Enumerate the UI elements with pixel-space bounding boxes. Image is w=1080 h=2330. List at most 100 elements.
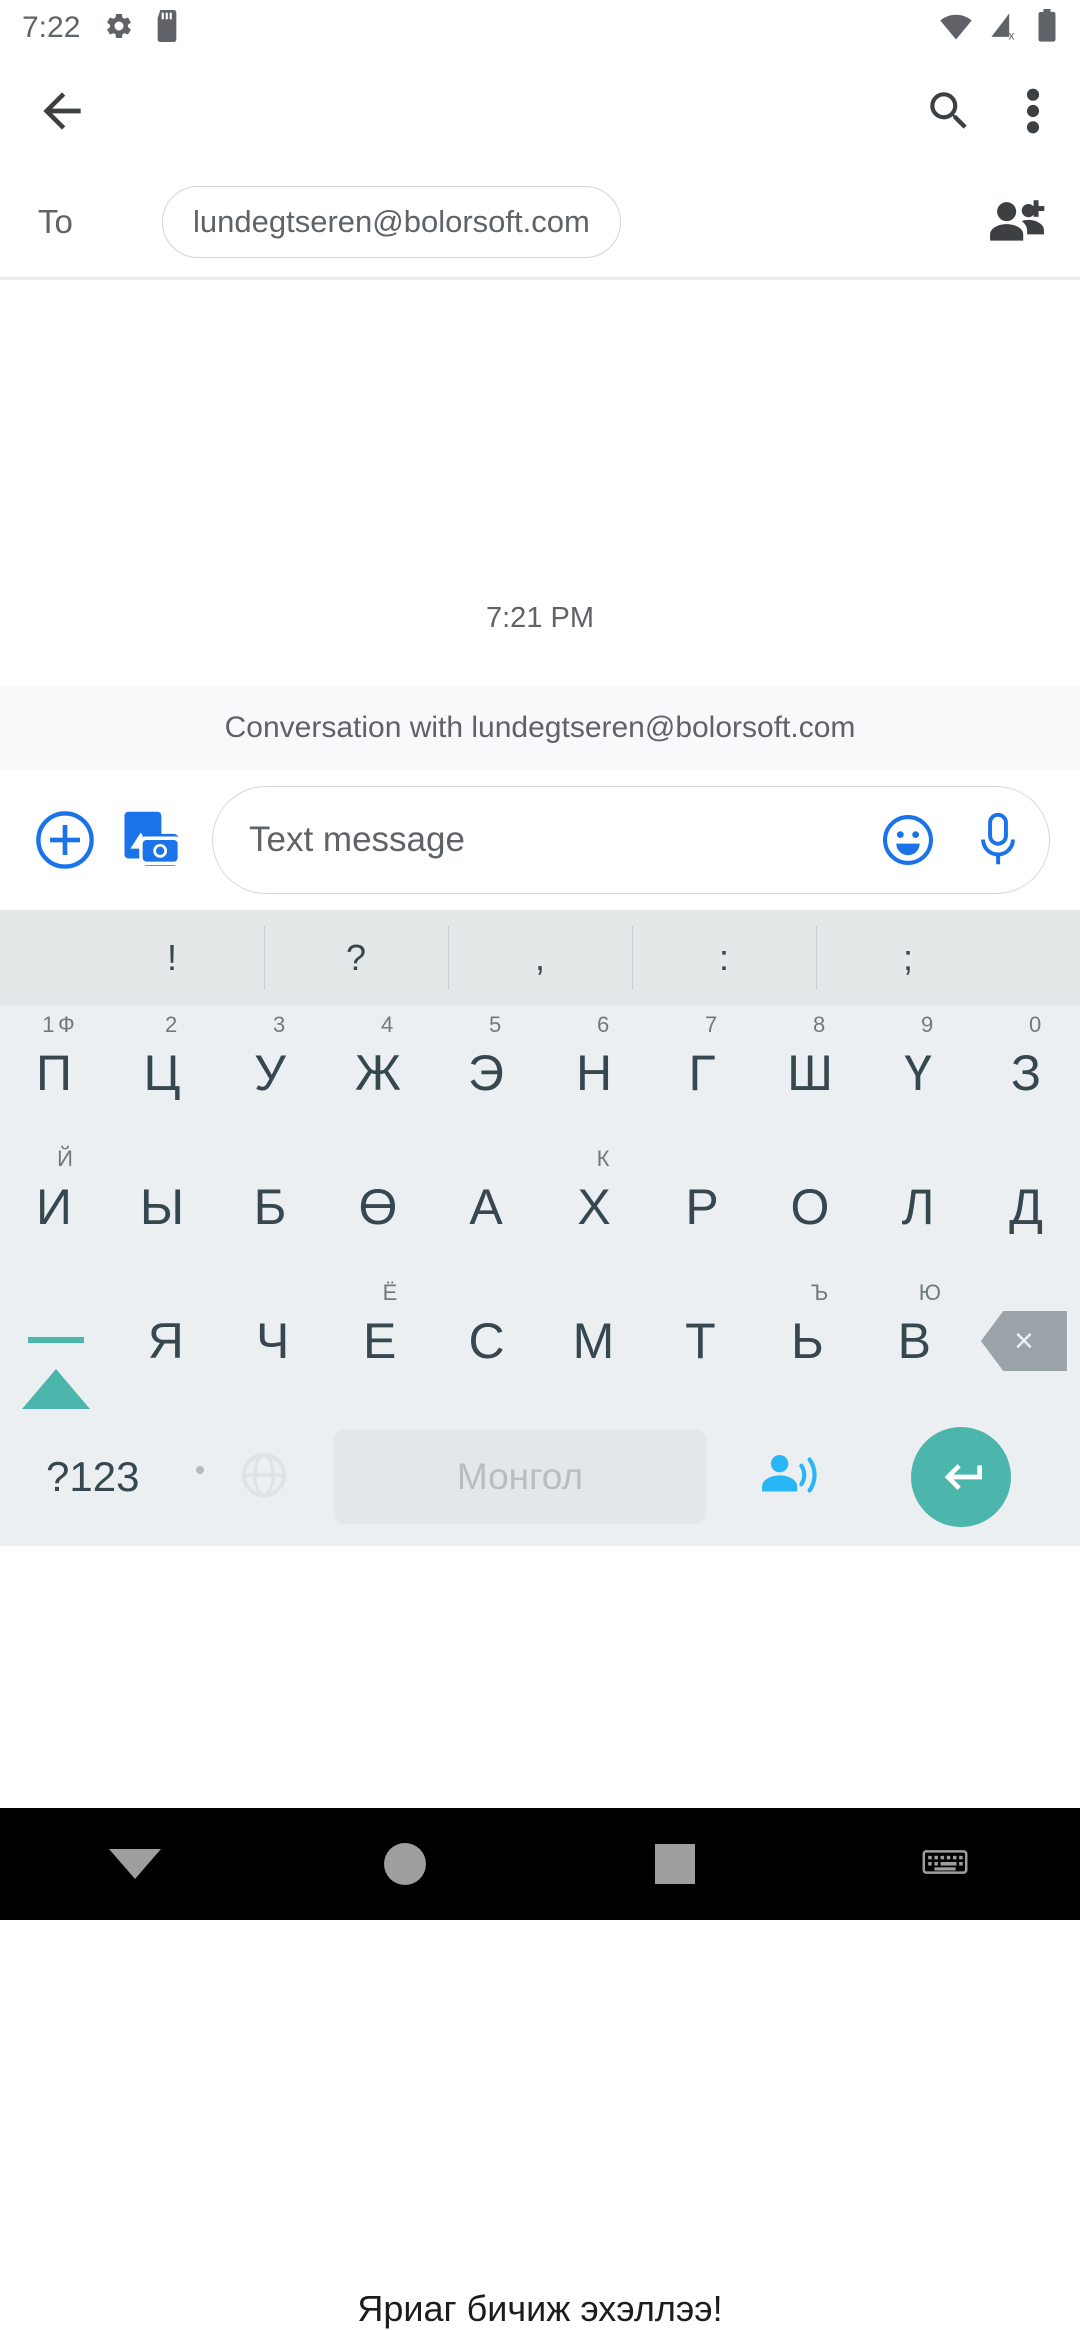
system-nav-bar — [0, 1808, 1080, 1920]
key-m[interactable]: М — [540, 1274, 647, 1408]
key-label: Б — [253, 1179, 287, 1235]
period-key[interactable] — [196, 1466, 204, 1474]
nav-recents-button[interactable] — [540, 1844, 810, 1884]
key-zh[interactable]: 4 Ж — [324, 1006, 432, 1140]
add-person-icon[interactable] — [988, 197, 1046, 247]
key-label: Ү — [904, 1045, 932, 1101]
key-label: В — [897, 1313, 931, 1369]
key-p[interactable]: 1 Ф П — [0, 1006, 108, 1140]
key-ch[interactable]: Ч — [219, 1274, 326, 1408]
key-label: Э — [468, 1045, 504, 1101]
key-hint: 8 — [812, 1012, 826, 1037]
punct-key-exclaim[interactable]: ! — [80, 910, 264, 1006]
key-hint: 6 — [596, 1012, 610, 1037]
key-label: Г — [688, 1045, 716, 1101]
enter-key[interactable] — [866, 1427, 1056, 1527]
nav-keyboard-button[interactable] — [810, 1846, 1080, 1883]
key-ye[interactable]: Ё Е — [326, 1274, 433, 1408]
key-s[interactable]: С — [433, 1274, 540, 1408]
key-l[interactable]: Л — [864, 1140, 972, 1274]
key-d[interactable]: Д — [972, 1140, 1080, 1274]
language-switch-key[interactable] — [204, 1449, 324, 1506]
keyboard-row-1: 1 Ф П 2 Ц 3 У 4 Ж 5 Э 6 Н 7 Г 8 Ш 9 Ү 0 … — [0, 1006, 1080, 1140]
key-b[interactable]: Б — [216, 1140, 324, 1274]
punctuation-suggestion-row: ! ? , : ; — [0, 910, 1080, 1006]
message-input[interactable]: Text message — [212, 786, 1050, 894]
key-alt-hint: Й — [57, 1146, 73, 1171]
key-label: Ц — [143, 1045, 181, 1101]
nav-home-button[interactable] — [270, 1843, 540, 1885]
punct-key-comma[interactable]: , — [448, 910, 632, 1006]
plus-circle-icon[interactable] — [34, 809, 96, 871]
key-sh[interactable]: 8 Ш — [756, 1006, 864, 1140]
compose-bar: Text message — [0, 770, 1080, 910]
key-hint: 9 — [920, 1012, 934, 1037]
key-e-reverse[interactable]: 5 Э — [432, 1006, 540, 1140]
nav-back-button[interactable] — [0, 1849, 270, 1879]
gear-icon — [104, 11, 134, 46]
key-label: П — [36, 1045, 72, 1101]
key-z[interactable]: 0 З — [972, 1006, 1080, 1140]
key-label: Т — [685, 1313, 716, 1369]
key-oe[interactable]: Ө — [324, 1140, 432, 1274]
key-label: Ө — [358, 1179, 398, 1235]
key-hint: 0 — [1028, 1012, 1042, 1037]
status-system-icons: x — [938, 8, 1058, 48]
key-alt-hint: Ё — [382, 1280, 398, 1305]
recipient-chip[interactable]: lundegtseren@bolorsoft.com — [162, 185, 621, 258]
punct-key-colon[interactable]: : — [632, 910, 816, 1006]
key-alt-hint: Ъ — [810, 1280, 829, 1305]
shift-key[interactable] — [0, 1274, 112, 1409]
shift-icon — [22, 1312, 91, 1409]
punct-key-semicolon[interactable]: ; — [816, 910, 1000, 1006]
recipient-row: To lundegtseren@bolorsoft.com — [0, 166, 1080, 278]
symbols-key[interactable]: ?123 — [24, 1453, 204, 1501]
voice-input-key[interactable] — [716, 1449, 866, 1506]
back-arrow-icon[interactable] — [34, 83, 90, 139]
message-input-placeholder: Text message — [249, 820, 465, 859]
key-kh[interactable]: К Х — [540, 1140, 648, 1274]
key-label: М — [572, 1313, 615, 1369]
key-v[interactable]: Ю В — [861, 1274, 968, 1408]
backspace-key[interactable]: × — [968, 1274, 1080, 1408]
keyboard: ! ? , : ; 1 Ф П 2 Ц 3 У 4 Ж 5 Э 6 Н 7 Г … — [0, 910, 1080, 2329]
image-camera-icon[interactable] — [122, 808, 186, 872]
status-notification-icons — [104, 9, 180, 47]
key-label: Д — [1009, 1179, 1043, 1235]
key-a[interactable]: А — [432, 1140, 540, 1274]
key-label: Ы — [139, 1179, 185, 1235]
to-label: To — [38, 202, 73, 240]
voice-toast: Яриаг бичиж эхэллээ! — [357, 2288, 723, 2329]
svg-text:x: x — [1008, 28, 1014, 40]
key-label: Е — [362, 1313, 397, 1369]
key-r[interactable]: Р — [648, 1140, 756, 1274]
key-y[interactable]: Ы — [108, 1140, 216, 1274]
sdcard-icon — [154, 9, 180, 47]
key-label: С — [468, 1313, 505, 1369]
key-hint: 4 — [380, 1012, 394, 1037]
key-i[interactable]: Й И — [0, 1140, 108, 1274]
key-o[interactable]: О — [756, 1140, 864, 1274]
nav-recents-icon — [655, 1844, 695, 1884]
key-g[interactable]: 7 Г — [648, 1006, 756, 1140]
key-u[interactable]: 3 У — [216, 1006, 324, 1140]
key-label: А — [469, 1179, 503, 1235]
key-ya[interactable]: Я — [112, 1274, 219, 1408]
microphone-icon[interactable] — [975, 812, 1021, 868]
key-label: Ш — [787, 1045, 833, 1101]
key-t[interactable]: Т — [647, 1274, 754, 1408]
key-ts[interactable]: 2 Ц — [108, 1006, 216, 1140]
key-n[interactable]: 6 Н — [540, 1006, 648, 1140]
key-ue[interactable]: 9 Ү — [864, 1006, 972, 1140]
key-label: З — [1010, 1045, 1042, 1101]
punct-key-question[interactable]: ? — [264, 910, 448, 1006]
more-vertical-icon[interactable] — [1020, 83, 1046, 139]
voice-input-icon — [760, 1449, 822, 1506]
space-key[interactable]: Монгол — [334, 1430, 706, 1524]
battery-icon — [1036, 8, 1058, 48]
app-bar — [0, 56, 1080, 166]
key-soft-sign[interactable]: Ъ Ь — [754, 1274, 861, 1408]
emoji-icon[interactable] — [881, 813, 935, 867]
key-label: Л — [901, 1179, 935, 1235]
search-icon[interactable] — [924, 86, 974, 136]
